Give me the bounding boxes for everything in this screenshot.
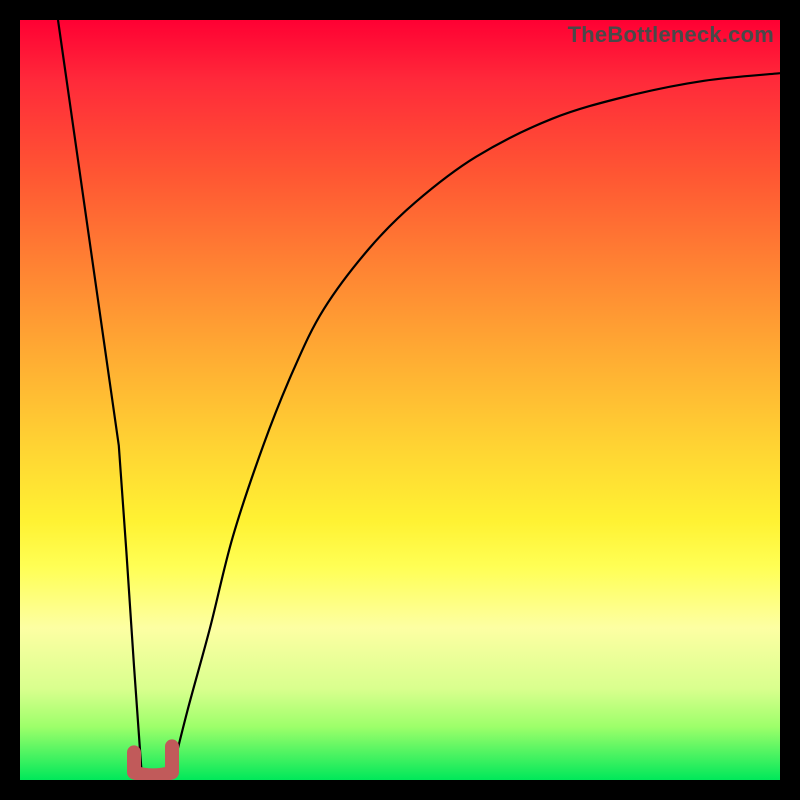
chart-frame: TheBottleneck.com bbox=[0, 0, 800, 800]
plot-area: TheBottleneck.com bbox=[20, 20, 780, 780]
chart-svg bbox=[20, 20, 780, 780]
minimum-marker bbox=[134, 746, 172, 775]
curve-right-branch bbox=[172, 73, 780, 772]
curve-left-branch bbox=[58, 20, 142, 772]
